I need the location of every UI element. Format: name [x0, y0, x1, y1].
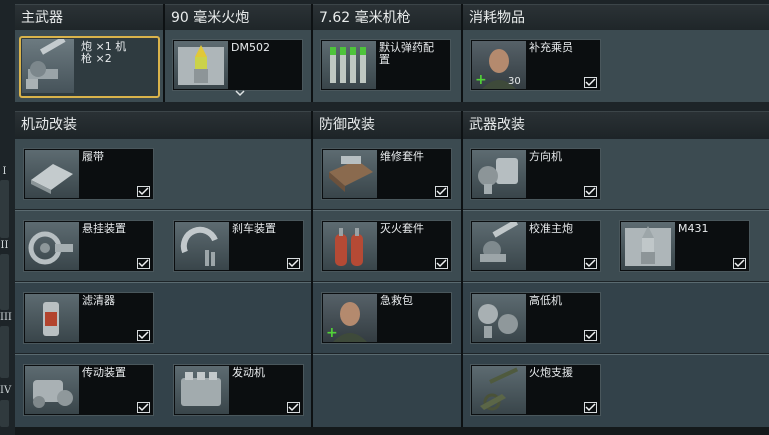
- module-horizontal-drive[interactable]: 方向机: [470, 148, 601, 200]
- crew-count: 30: [508, 76, 521, 87]
- header-protection: 防御改装: [313, 111, 461, 137]
- checkbox-icon[interactable]: [584, 186, 597, 197]
- tier-label-1: I: [2, 166, 7, 177]
- module-adjustment[interactable]: 校准主炮: [470, 220, 601, 272]
- module-label: 传动装置: [82, 366, 126, 379]
- module-engine[interactable]: 发动机: [173, 364, 304, 416]
- checkbox-icon[interactable]: [584, 330, 597, 341]
- plus-icon: +: [326, 325, 338, 341]
- horizontal-drive-icon: [472, 150, 526, 198]
- transmission-icon: [25, 366, 79, 414]
- module-label: 悬挂装置: [82, 222, 126, 235]
- crew-label: 补充乘员: [529, 41, 573, 54]
- module-label: 急救包: [380, 294, 413, 307]
- module-track[interactable]: 履带: [23, 148, 154, 200]
- module-medkit[interactable]: + 急救包: [321, 292, 452, 344]
- module-label: 校准主炮: [529, 222, 573, 235]
- tier-label-2: II: [0, 240, 9, 251]
- module-label: 维修套件: [380, 150, 424, 163]
- checkbox-icon[interactable]: [584, 402, 597, 413]
- module-artillery[interactable]: 火炮支援: [470, 364, 601, 416]
- heat-shell-icon: [621, 222, 675, 270]
- track-icon: [25, 150, 79, 198]
- main-weapon-slot[interactable]: 炮 ×1 机 枪 ×2: [19, 36, 160, 98]
- module-brake[interactable]: 刹车装置: [173, 220, 304, 272]
- module-label: 方向机: [529, 150, 562, 163]
- module-label: 高低机: [529, 294, 562, 307]
- repair-kit-icon: [323, 150, 377, 198]
- module-elevation-drive[interactable]: 高低机: [470, 292, 601, 344]
- checkbox-icon[interactable]: [584, 258, 597, 269]
- tier-label-3: III: [0, 312, 12, 323]
- chevron-down-icon[interactable]: [235, 90, 245, 98]
- mg-ammo-label: 默认弹药配 置: [379, 41, 434, 66]
- crew-slot[interactable]: + 30 补充乘员: [470, 39, 601, 91]
- header-mobility: 机动改装: [15, 111, 311, 137]
- header-gun: 90 毫米火炮: [165, 4, 311, 30]
- cannon-icon: [22, 39, 74, 93]
- extinguisher-icon: [323, 222, 377, 270]
- module-label: 灭火套件: [380, 222, 424, 235]
- elevation-drive-icon: [472, 294, 526, 342]
- suspension-icon: [25, 222, 79, 270]
- mg-ammo-icon: [322, 41, 376, 89]
- module-heat-shell[interactable]: M431: [619, 220, 750, 272]
- header-firepower: 武器改装: [463, 111, 769, 137]
- plus-icon: +: [475, 72, 487, 88]
- tier-label-4: IV: [0, 385, 12, 396]
- checkbox-icon[interactable]: [584, 77, 597, 88]
- module-filter[interactable]: 滤清器: [23, 292, 154, 344]
- module-label: 滤清器: [82, 294, 115, 307]
- module-label: 履带: [82, 150, 104, 163]
- checkbox-icon[interactable]: [733, 258, 746, 269]
- main-weapon-label: 炮 ×1 机 枪 ×2: [81, 40, 127, 65]
- filter-icon: [25, 294, 79, 342]
- module-repair-kit[interactable]: 维修套件: [321, 148, 452, 200]
- module-extinguisher[interactable]: 灭火套件: [321, 220, 452, 272]
- module-transmission[interactable]: 传动装置: [23, 364, 154, 416]
- crew-portrait-icon: + 30: [472, 41, 526, 89]
- module-label: 刹车装置: [232, 222, 276, 235]
- brake-icon: [175, 222, 229, 270]
- engine-icon: [175, 366, 229, 414]
- checkbox-icon[interactable]: [137, 186, 150, 197]
- module-label: 发动机: [232, 366, 265, 379]
- header-main-weapon: 主武器: [15, 4, 163, 30]
- shell-icon: [174, 41, 228, 89]
- module-suspension[interactable]: 悬挂装置: [23, 220, 154, 272]
- gun-ammo-label: DM502: [231, 41, 270, 54]
- module-label: 火炮支援: [529, 366, 573, 379]
- checkbox-icon[interactable]: [287, 258, 300, 269]
- checkbox-icon[interactable]: [435, 186, 448, 197]
- header-consumables: 消耗物品: [463, 4, 769, 30]
- checkbox-icon[interactable]: [435, 258, 448, 269]
- checkbox-icon[interactable]: [137, 258, 150, 269]
- checkbox-icon[interactable]: [137, 402, 150, 413]
- tier-strip: [0, 180, 9, 238]
- module-label: M431: [678, 222, 709, 235]
- header-mg: 7.62 毫米机枪: [313, 4, 461, 30]
- medkit-crew-icon: +: [323, 294, 377, 342]
- adjustment-icon: [472, 222, 526, 270]
- artillery-icon: [472, 366, 526, 414]
- gun-ammo-slot[interactable]: DM502: [172, 39, 303, 97]
- mg-ammo-slot[interactable]: 默认弹药配 置: [320, 39, 451, 91]
- checkbox-icon[interactable]: [287, 402, 300, 413]
- checkbox-icon[interactable]: [137, 330, 150, 341]
